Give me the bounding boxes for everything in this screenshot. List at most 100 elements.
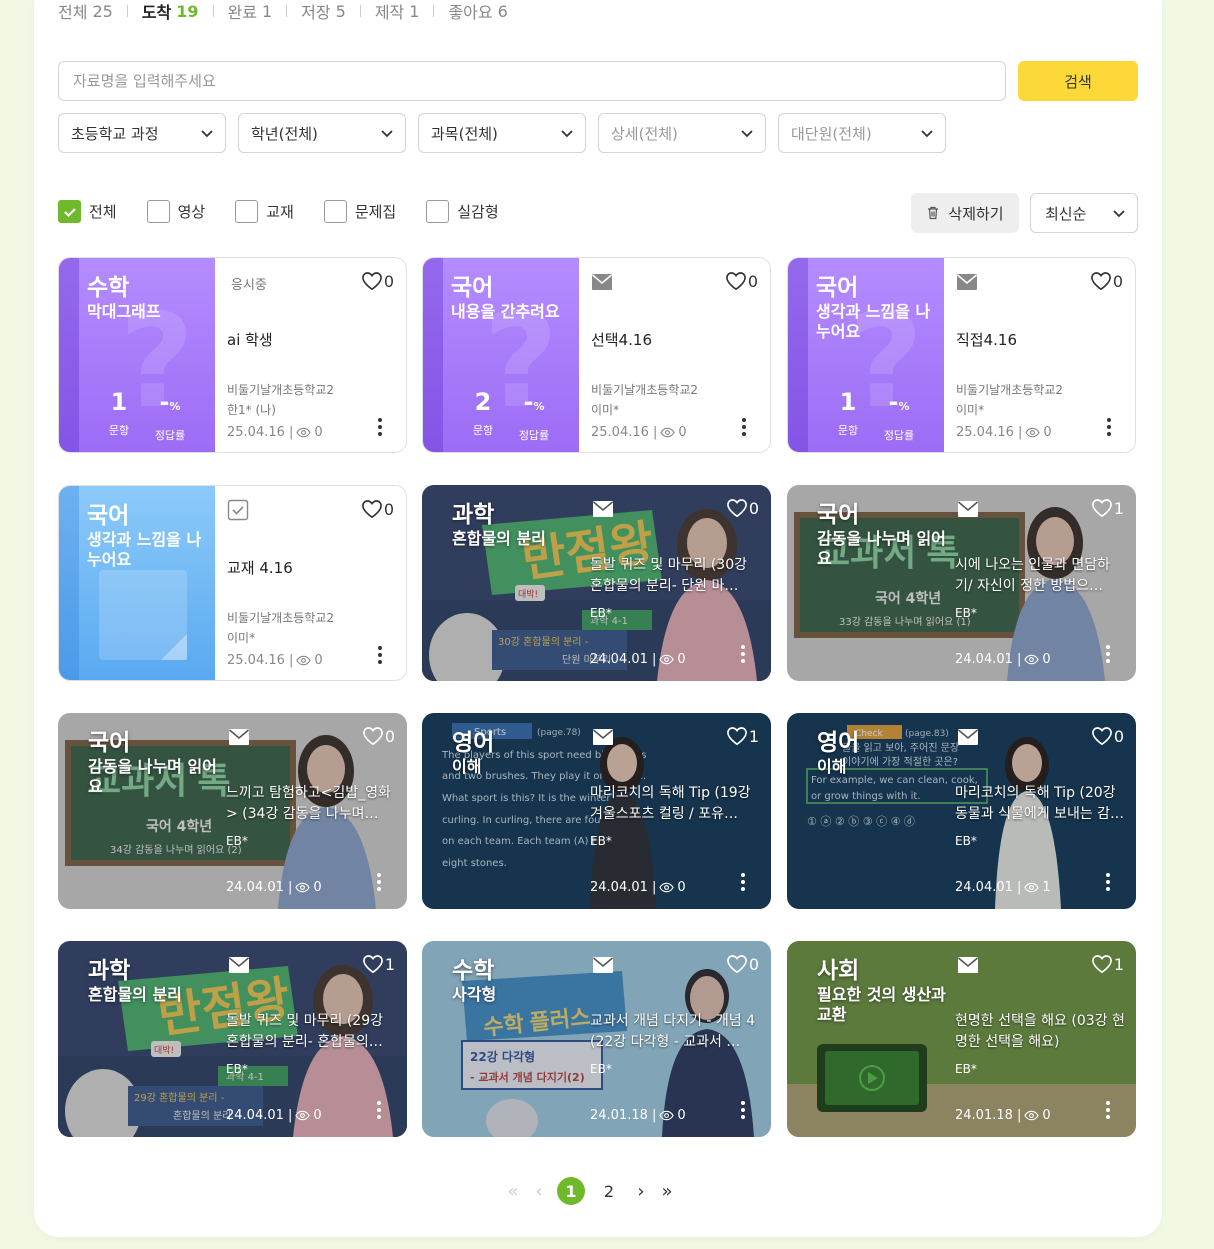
heart-icon xyxy=(1091,955,1112,974)
material-card[interactable]: ? 국어 내용을 간추려요 2 문항 -% 정답률 0 선택4.16 비둘기날개초등… xyxy=(422,257,771,453)
more-options-icon[interactable] xyxy=(1105,416,1113,438)
more-options-icon[interactable] xyxy=(376,644,384,666)
more-options-icon[interactable] xyxy=(375,1099,383,1121)
unit-select[interactable]: 대단원(전체) xyxy=(778,113,946,153)
detail-select[interactable]: 상세(전체) xyxy=(598,113,766,153)
card-meta: 25.04.16 | 0 xyxy=(591,425,687,440)
card-subject: 국어 xyxy=(451,275,494,301)
card-topic: 이해 xyxy=(452,757,482,776)
card-cover: ? 수학 막대그래프 1 문항 -% 정답률 xyxy=(59,258,215,452)
more-options-icon[interactable] xyxy=(376,416,384,438)
like-button[interactable]: 0 xyxy=(1091,726,1124,746)
card-topic: 생각과 느낌을 나누어요 xyxy=(87,530,202,569)
heart-icon xyxy=(361,272,382,291)
tab-all[interactable]: 전체 25 xyxy=(58,0,113,23)
card-subject: 영어 xyxy=(452,730,495,756)
like-button[interactable]: 0 xyxy=(726,498,759,518)
page-1[interactable]: 1 xyxy=(557,1177,585,1205)
filter-immersive-checkbox[interactable]: 실감형 xyxy=(426,200,499,223)
prev-page-icon[interactable]: ‹ xyxy=(526,1178,552,1204)
more-options-icon[interactable] xyxy=(739,871,747,893)
sort-select[interactable]: 최신순 xyxy=(1030,193,1138,233)
eye-icon xyxy=(1024,882,1040,893)
trash-icon xyxy=(928,206,939,220)
eye-icon xyxy=(296,427,312,438)
like-button[interactable]: 0 xyxy=(726,954,759,974)
tab-completed[interactable]: 완료 1 xyxy=(228,0,273,23)
envelope-icon xyxy=(592,957,614,973)
card-school: EB* xyxy=(226,834,248,848)
search-input[interactable] xyxy=(58,61,1006,101)
like-button[interactable]: 1 xyxy=(726,726,759,746)
page-2[interactable]: 2 xyxy=(595,1177,623,1205)
chevron-down-icon xyxy=(561,130,573,138)
like-button[interactable]: 1 xyxy=(1091,954,1124,974)
filter-workbook-checkbox[interactable]: 문제집 xyxy=(323,200,396,223)
tab-divider xyxy=(433,5,435,17)
card-school: EB* xyxy=(955,834,977,848)
heart-icon xyxy=(726,499,747,518)
course-select[interactable]: 초등학교 과정 xyxy=(58,113,226,153)
video-card[interactable]: Sports (page.78) The players of this spo… xyxy=(422,713,771,909)
filter-textbook-checkbox[interactable]: 교재 xyxy=(235,200,294,223)
like-button[interactable]: 0 xyxy=(1090,271,1123,291)
last-page-icon[interactable]: » xyxy=(654,1178,680,1204)
next-page-icon[interactable]: › xyxy=(628,1178,654,1204)
video-card[interactable]: 사회 필요한 것의 생산과 교환 1 현명한 선택을 해요 (03강 현명한 선… xyxy=(787,941,1136,1137)
like-button[interactable]: 0 xyxy=(361,271,394,291)
eye-icon xyxy=(660,427,676,438)
like-button[interactable]: 0 xyxy=(362,726,395,746)
like-button[interactable]: 0 xyxy=(725,271,758,291)
card-title: 돌발 퀴즈 및 마무리 (30강 혼합물의 분리- 단원 마… xyxy=(590,557,747,594)
tab-liked[interactable]: 좋아요 6 xyxy=(448,0,507,23)
like-button[interactable]: 1 xyxy=(1091,498,1124,518)
card-subject: 과학 xyxy=(452,502,495,528)
video-card[interactable]: 반점왕 대박! 과학 4-1 29강 혼합물의 분리 - 혼합물의 분리 과학 … xyxy=(58,941,407,1137)
card-meta: 24.01.18 | 0 xyxy=(590,1108,686,1123)
grade-select[interactable]: 학년(전체) xyxy=(238,113,406,153)
more-options-icon[interactable] xyxy=(1104,1099,1112,1121)
first-page-icon[interactable]: « xyxy=(500,1178,526,1204)
video-card[interactable]: 교과서 톡 국어 4학년 33강 감동을 나누며 읽어요 (1) 국어 감동을 … xyxy=(787,485,1136,681)
video-card[interactable]: 반점왕 대박! 과학 4-1 30강 혼합물의 분리 - 단원 마무리 과학 혼… xyxy=(422,485,771,681)
search-button[interactable]: 검색 xyxy=(1018,61,1138,101)
envelope-icon xyxy=(591,274,613,290)
subject-select[interactable]: 과목(전체) xyxy=(418,113,586,153)
like-button[interactable]: 0 xyxy=(361,499,394,519)
video-card[interactable]: 교과서 톡 국어 4학년 34강 감동을 나누며 읽어요 (2) 국어 감동을 … xyxy=(58,713,407,909)
card-status: 응시중 xyxy=(231,278,267,293)
more-options-icon[interactable] xyxy=(739,643,747,665)
correct-rate: -% 정답률 xyxy=(883,388,915,442)
video-card[interactable]: Check (page.83) 글을 읽고 보아, 주어진 문장 이야기에 가장… xyxy=(787,713,1136,909)
filter-all-checkbox[interactable]: 전체 xyxy=(58,200,117,223)
more-options-icon[interactable] xyxy=(739,1099,747,1121)
card-subject: 국어 xyxy=(88,730,131,756)
more-options-icon[interactable] xyxy=(740,416,748,438)
material-card[interactable]: 국어 생각과 느낌을 나누어요 0 교재 4.16 비둘기날개초등학교2 이미* … xyxy=(58,485,407,681)
more-options-icon[interactable] xyxy=(375,871,383,893)
more-options-icon[interactable] xyxy=(1104,871,1112,893)
heart-icon xyxy=(1091,499,1112,518)
heart-icon xyxy=(1091,727,1112,746)
envelope-icon xyxy=(956,274,978,290)
more-options-icon[interactable] xyxy=(1104,643,1112,665)
card-topic: 이해 xyxy=(817,757,847,776)
card-title: 직접4.16 xyxy=(956,331,1017,349)
eye-icon xyxy=(1024,1110,1040,1121)
correct-rate: -% 정답률 xyxy=(154,388,186,442)
video-card[interactable]: 수학 플러스 22강 다각형 - 교과서 개념 다지기(2) 수학 사각형 0 … xyxy=(422,941,771,1137)
card-meta: 25.04.16 | 0 xyxy=(227,425,323,440)
filter-video-checkbox[interactable]: 영상 xyxy=(146,200,205,223)
card-subject: 사회 xyxy=(817,958,860,984)
material-card[interactable]: ? 수학 막대그래프 1 문항 -% 정답률 응시중 0 ai 학생 비둘기날개초등… xyxy=(58,257,407,453)
card-topic: 생각과 느낌을 나누어요 xyxy=(816,302,931,341)
card-cover: ? 국어 내용을 간추려요 2 문항 -% 정답률 xyxy=(423,258,579,452)
like-button[interactable]: 1 xyxy=(362,954,395,974)
card-title: 마리코치의 독해 Tip (20강 동물과 식물에게 보내는 감… xyxy=(955,785,1125,822)
tab-created[interactable]: 제작 1 xyxy=(375,0,420,23)
check-icon xyxy=(58,200,81,223)
tab-saved[interactable]: 저장 5 xyxy=(301,0,346,23)
material-card[interactable]: ? 국어 생각과 느낌을 나누어요 1 문항 -% 정답률 0 직접4.16 비둘기… xyxy=(787,257,1136,453)
delete-button[interactable]: 삭제하기 xyxy=(911,193,1019,233)
tab-arrived[interactable]: 도착 19 xyxy=(142,0,199,23)
